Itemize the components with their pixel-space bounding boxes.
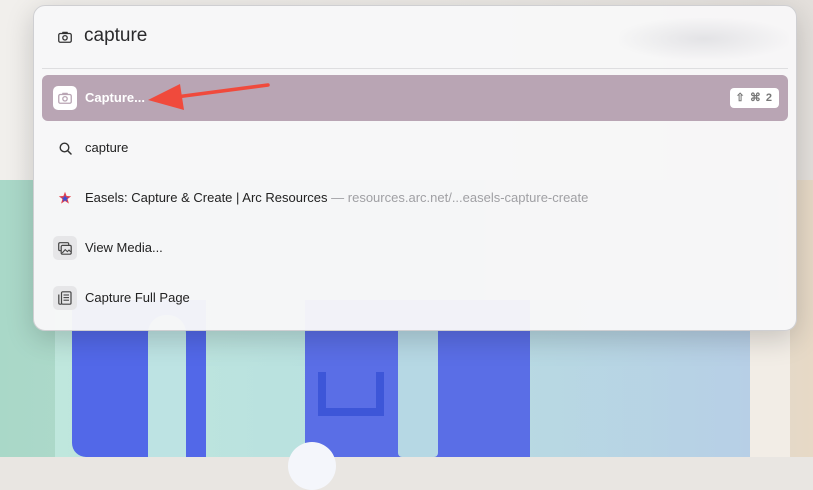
background-shape (148, 315, 186, 457)
result-label: View Media... (85, 240, 163, 255)
link-title: Easels: Capture & Create | Arc Resources (85, 190, 328, 205)
search-input[interactable]: capture (84, 25, 147, 47)
keyboard-shortcut: ⇧ ⌘ 2 (729, 88, 779, 108)
arc-star-icon (57, 190, 73, 206)
background-shape (398, 330, 438, 457)
full-page-icon (53, 286, 77, 310)
search-bar[interactable]: capture (34, 6, 796, 68)
annotation-arrow-icon (148, 83, 270, 110)
media-icon (53, 236, 77, 260)
result-label: Capture Full Page (85, 290, 190, 305)
background-letter-shape (318, 372, 384, 416)
result-easels-link[interactable]: Easels: Capture & Create | Arc Resources… (42, 175, 788, 221)
blurred-region (619, 18, 789, 60)
divider (42, 68, 788, 69)
search-icon (57, 140, 73, 156)
result-view-media[interactable]: View Media... (42, 225, 788, 271)
link-url: — resources.arc.net/...easels-capture-cr… (327, 190, 589, 205)
result-capture-full-page[interactable]: Capture Full Page (42, 275, 788, 321)
command-palette: capture Capture... ⇧ ⌘ 2 capture Easels:… (33, 5, 797, 331)
result-search-capture[interactable]: capture (42, 125, 788, 171)
result-label: Capture... (85, 90, 145, 105)
background-circle (288, 442, 336, 490)
result-label: capture (85, 140, 129, 155)
camera-icon (53, 86, 77, 110)
result-label: Easels: Capture & Create | Arc Resources… (85, 190, 588, 205)
camera-icon (58, 31, 72, 43)
